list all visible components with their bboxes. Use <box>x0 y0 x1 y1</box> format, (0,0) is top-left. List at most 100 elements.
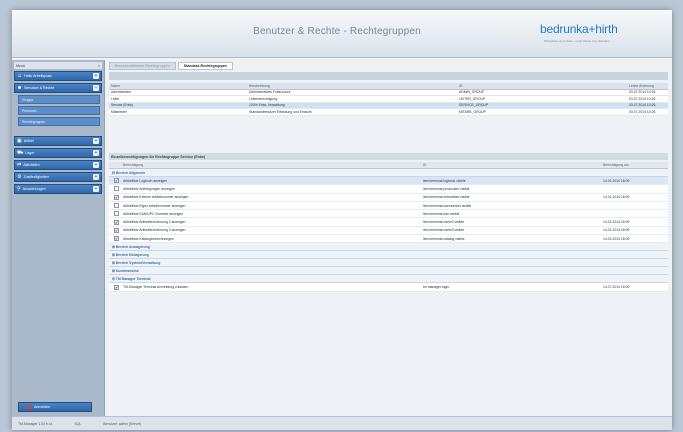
group-header-general[interactable]: ⊟ Bereich Allgemein <box>109 169 668 177</box>
table-header: Berechtigung ID Berechtigung am <box>109 162 668 169</box>
group-header-inbound[interactable]: ⊞ Bereich Einlagerung <box>109 251 668 260</box>
tab-standard-groups[interactable]: Standard-Rechtegruppen <box>177 62 233 70</box>
collapse-icon[interactable]: « <box>98 64 100 68</box>
expand-icon[interactable]: + <box>93 186 99 192</box>
permission-checkbox[interactable] <box>114 203 119 209</box>
permission-name: Artikelliste Katalogbezeichnungen <box>123 236 174 241</box>
permission-checkbox[interactable]: ✔ <box>114 236 119 242</box>
permission-row[interactable]: ✔ Artikelliste Katalogbezeichnungen item… <box>109 235 668 244</box>
permissions-section-title: Einzelberechtigungen für Rechtegruppe Se… <box>109 153 668 160</box>
column-header-granted[interactable]: Berechtigung am <box>603 163 664 167</box>
column-header-changed[interactable]: Letzte Änderung <box>629 84 668 88</box>
permission-row[interactable]: ✔ Artikelliste Logbuch anzeigen item.ter… <box>109 177 668 186</box>
cell-changed: 03.07.2014 10:26 <box>629 103 656 108</box>
power-icon <box>27 405 31 409</box>
activity-icon: ⇄ <box>17 161 22 168</box>
sidebar-item-users-rights[interactable]: ☻ Benutzer & Rechte − <box>14 83 102 93</box>
permission-name: Artikelliste EAN/UPC Nummer anzeigen <box>123 211 184 216</box>
cell-changed: 03.07.2014 10:26 <box>629 96 656 101</box>
column-header-description[interactable]: Beschreibung <box>249 84 459 88</box>
cell-id: LEITER_GROUP <box>459 96 486 101</box>
sidebar-menu-header[interactable]: Menü « <box>14 62 102 69</box>
sidebar-item-label: Lager <box>25 151 35 155</box>
expand-icon[interactable]: + <box>93 174 99 180</box>
column-header-id[interactable]: ID <box>459 84 629 88</box>
permission-name: Artikelliste Artikelbezeichnung 3 anzeig… <box>123 228 186 233</box>
sidebar-subitem-group[interactable]: Gruppe <box>18 95 100 104</box>
permission-id: item.terminal.logbook.visible <box>423 178 466 183</box>
group-header-outbound[interactable]: ⊞ Bereich Auslagerung <box>109 243 668 252</box>
permission-id: item.terminal.ownnumber.visible <box>423 203 472 208</box>
table-row[interactable]: Mitarbeiter Standardbenutzer Erfassung u… <box>109 109 668 116</box>
cell-name: Service (Entw) <box>111 103 134 108</box>
cell-changed: 03.07.2014 10:26 <box>629 109 656 114</box>
permission-checkbox[interactable] <box>114 211 119 217</box>
sidebar-item-stock[interactable]: ⛟ Lager + <box>14 148 102 158</box>
logout-button[interactable]: Abmelden <box>18 402 92 412</box>
expand-icon[interactable]: + <box>93 150 99 156</box>
sidebar-item-reports[interactable]: ⚲ Auswertungen + <box>14 184 102 194</box>
sidebar-item-home[interactable]: ☺ Hallo Arbeitsplatz + <box>14 71 102 81</box>
permission-checkbox[interactable]: ✔ <box>114 178 119 184</box>
search-icon: ⚲ <box>17 185 21 192</box>
tab-custom-groups[interactable]: Benutzerdefinierte Rechtegruppen <box>109 62 176 70</box>
permission-row[interactable]: Artikelliste EAN/UPC Nummer anzeigen ite… <box>109 210 668 219</box>
permission-date: 14.01.2014 18:09 <box>603 236 630 241</box>
settings-icon: ⚙ <box>17 173 22 180</box>
permission-checkbox[interactable]: ✔ <box>114 227 119 233</box>
permission-date: 14.01.2014 18:09 <box>603 220 630 225</box>
expand-icon[interactable]: + <box>93 138 99 144</box>
tab-bar: Benutzerdefinierte Rechtegruppen Standar… <box>109 62 233 70</box>
group-label: Kundenmodul <box>115 268 139 273</box>
permission-checkbox[interactable]: ✔ <box>114 219 119 225</box>
permissions-table: Berechtigung ID Berechtigung am ⊟ Bereic… <box>109 162 668 292</box>
permission-id: item.terminal.ean.visible <box>423 211 460 216</box>
sidebar-item-label: Aktivitäten <box>23 163 40 167</box>
sidebar-item-articles[interactable]: ▣ Artikel + <box>14 136 102 146</box>
cell-name: Mitarbeiter <box>111 109 128 114</box>
group-header-system[interactable]: ⊞ Bereich System/Verwaltung <box>109 259 668 268</box>
sidebar-item-responsibilities[interactable]: ⚙ Zuständigkeiten + <box>14 172 102 182</box>
cell-changed: 03.07.2014 10:26 <box>629 90 656 95</box>
permission-date: 14.01.2014 18:09 <box>603 195 630 200</box>
sidebar-subitem-persons[interactable]: Personen <box>18 106 100 115</box>
sidebar-item-label: Artikel <box>23 139 34 143</box>
expand-icon[interactable]: + <box>93 162 99 168</box>
column-header-id[interactable]: ID <box>423 163 603 167</box>
permission-row[interactable]: ✔ TM-Manager Terminal Anmeldung zulassen… <box>109 283 668 292</box>
logo-tagline: Workplace up to date – mehr Raum zum Arb… <box>544 39 610 43</box>
sidebar: Menü « ☺ Hallo Arbeitsplatz + ☻ Benutzer &… <box>12 60 105 416</box>
permission-name: Artikelliste Artikelbezeichnung 2 anzeig… <box>123 220 186 225</box>
users-icon: ☻ <box>17 84 23 91</box>
sidebar-item-activities[interactable]: ⇄ Aktivitäten + <box>14 160 102 170</box>
logout-label: Abmelden <box>34 405 51 409</box>
permission-row[interactable]: ✔ Artikelliste Externe Artikelnummer anz… <box>109 193 668 202</box>
cell-description: Administratives Fullaccount <box>249 90 291 95</box>
sidebar-subitem-rightsgroups[interactable]: Rechtegruppen <box>18 117 100 126</box>
permission-date: 14.01.2014 18:09 <box>603 178 630 183</box>
permission-name: Artikelliste Logbuch anzeigen <box>123 178 168 183</box>
group-header-customer[interactable]: ⊞ Kundenmodul <box>109 267 668 276</box>
app-window: Benutzer & Rechte - Rechtegruppen bedrun… <box>12 10 672 430</box>
permission-checkbox[interactable] <box>114 186 119 192</box>
group-header-tm-terminal[interactable]: ⊟ TM Manager Terminal <box>109 275 668 284</box>
group-label: Bereich Auslagerung <box>115 244 150 249</box>
company-logo: bedrunka+hirth <box>540 22 618 36</box>
group-label: Bereich Einlagerung <box>115 252 149 257</box>
permission-row[interactable]: ✔ Artikelliste Artikelbezeichnung 3 anze… <box>109 226 668 236</box>
column-header-permission[interactable]: Berechtigung <box>123 163 423 167</box>
group-label: Bereich System/Verwaltung <box>115 260 161 265</box>
main-content: Benutzerdefinierte Rechtegruppen Standar… <box>105 60 672 416</box>
status-version: TM-Manager 1.03 b.41 <box>18 421 53 426</box>
permission-checkbox[interactable]: ✔ <box>114 284 119 290</box>
sidebar-item-label: Benutzer & Rechte <box>24 86 55 90</box>
user-icon: ☺ <box>17 72 23 79</box>
collapse-icon[interactable]: − <box>93 85 99 91</box>
permission-row[interactable]: ✔ Artikelliste Artikelbezeichnung 2 anze… <box>109 218 668 227</box>
expand-icon[interactable]: + <box>93 73 99 79</box>
permission-checkbox[interactable]: ✔ <box>114 194 119 200</box>
status-db: SQL <box>74 421 82 426</box>
permission-row[interactable]: Artikelliste Anfertigungen anzeigen item… <box>109 185 668 194</box>
column-header-name[interactable]: Name <box>109 84 249 88</box>
permission-row[interactable]: Artikelliste Eigen Artikelnummer anzeige… <box>109 201 668 211</box>
